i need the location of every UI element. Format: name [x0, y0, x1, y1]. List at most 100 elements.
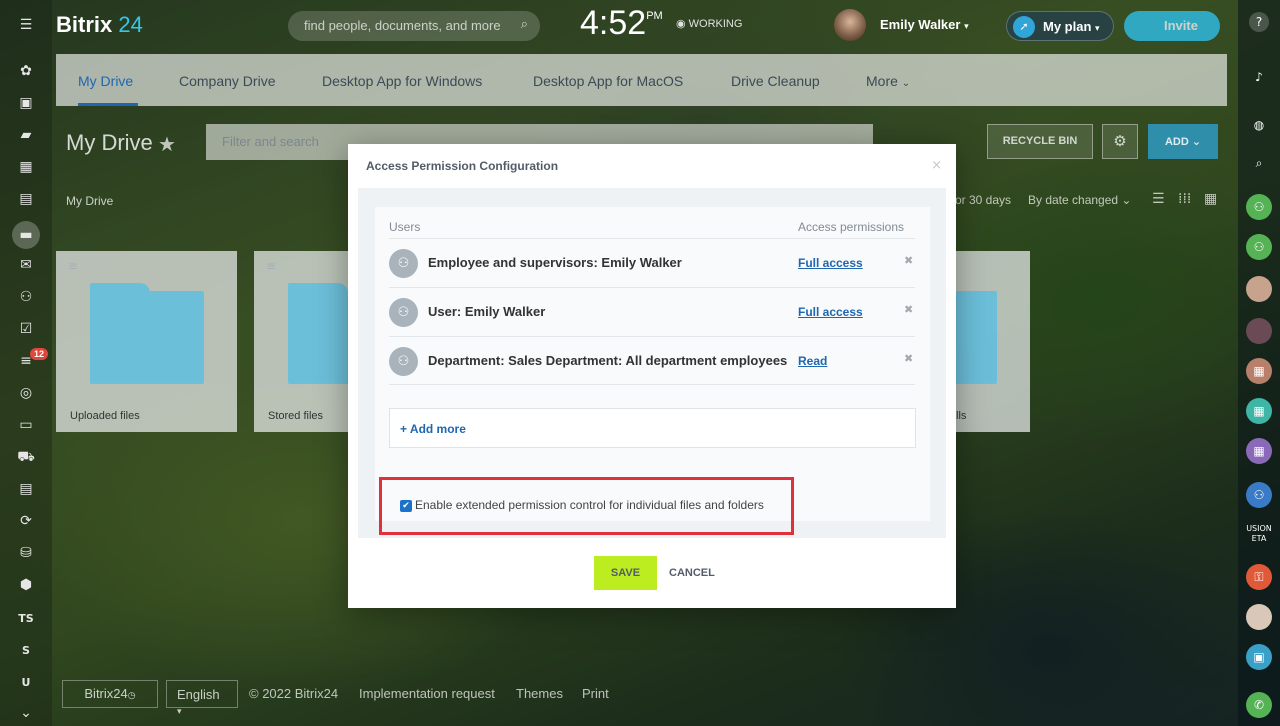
sync-icon[interactable]: ⟳ [16, 511, 36, 531]
sort-order-select[interactable]: By date changed ⌄ [1028, 193, 1131, 207]
grid-view-icon[interactable]: ⁞⁞⁞ [1178, 191, 1191, 207]
group-avatar-icon: ⚇ [389, 347, 418, 376]
extended-control-checkbox[interactable]: ✔ [400, 500, 412, 512]
contact-avatar[interactable] [1246, 276, 1272, 302]
footer-logo[interactable]: Bitrix24◷ [62, 680, 158, 708]
extended-control-highlight: ✔ Enable extended permission control for… [379, 477, 794, 535]
box-icon[interactable]: ⬢ [16, 575, 36, 595]
tab-drive-cleanup[interactable]: Drive Cleanup [731, 73, 820, 89]
breadcrumb[interactable]: My Drive [66, 194, 113, 208]
list-view-icon[interactable]: ☰ [1152, 191, 1165, 207]
logo-number: 24 [118, 12, 143, 37]
save-button[interactable]: SAVE [594, 556, 657, 590]
tab-my-drive[interactable]: My Drive [78, 73, 133, 89]
notification-badge: 12 [30, 348, 49, 360]
language-select[interactable]: English ▾ [166, 680, 238, 717]
chevron-down-icon: ⌄ [1121, 193, 1132, 207]
tab-desktop-macos[interactable]: Desktop App for MacOS [533, 73, 683, 89]
bell-icon[interactable]: ♪ [1246, 64, 1272, 90]
contact-avatar[interactable] [1246, 318, 1272, 344]
contact-card-icon[interactable]: ▤ [16, 479, 36, 499]
folder-card[interactable]: ≡ Uploaded files [56, 251, 237, 432]
checklist-icon[interactable]: ☑ [16, 319, 36, 339]
cancel-button[interactable]: CANCEL [669, 556, 715, 590]
tile-view-icon[interactable]: ▦ [1204, 191, 1217, 207]
group-chat-icon[interactable]: ⚇ [1246, 234, 1272, 260]
hamburger-menu-icon[interactable]: ☰ [16, 15, 36, 35]
my-plan-label: My plan [1043, 19, 1092, 34]
groups-icon[interactable]: ⚇ [16, 287, 36, 307]
tab-more[interactable]: More ⌄ [866, 73, 910, 89]
calendar-chat-icon[interactable]: ▦ [1246, 398, 1272, 424]
channel-label[interactable]: USION ETA [1246, 522, 1272, 548]
work-status[interactable]: ◉ WORKING [676, 17, 742, 30]
filter-placeholder: Filter and search [222, 134, 319, 149]
document-icon[interactable]: ▤ [16, 189, 36, 209]
invite-button[interactable]: Invite [1124, 11, 1220, 41]
copyright: © 2022 Bitrix24 [249, 686, 339, 701]
permission-row: ⚇ Department: Sales Department: All depa… [389, 336, 915, 385]
sidebar-item-ts[interactable]: TS [16, 609, 36, 629]
target-icon[interactable]: ◎ [16, 383, 36, 403]
contact-center-icon[interactable]: ▣ [1246, 644, 1272, 670]
sidebar-item-s[interactable]: S [16, 641, 36, 661]
recycle-bin-button[interactable]: RECYCLE BIN [987, 124, 1093, 159]
phone-icon[interactable]: ✆ [1246, 692, 1272, 718]
feed-icon[interactable]: ✿ [16, 61, 36, 81]
my-plan-button[interactable]: ➚ My plan ▾ [1006, 11, 1114, 41]
search-icon[interactable]: ⌕ [1246, 150, 1272, 176]
sort-order-label: By date changed [1028, 193, 1119, 207]
user-menu[interactable]: Emily Walker ▾ [880, 17, 969, 32]
chevron-down-icon[interactable]: ⌄ [16, 703, 36, 723]
lock-icon[interactable]: ⚿ [1246, 564, 1272, 590]
database-icon[interactable]: ⛁ [16, 543, 36, 563]
app-logo[interactable]: Bitrix 24 [56, 12, 143, 38]
tasks-icon[interactable]: ▣ [16, 93, 36, 113]
user-avatar[interactable] [834, 9, 866, 41]
extended-control-label[interactable]: Enable extended permission control for i… [415, 498, 764, 512]
tab-more-label: More [866, 73, 898, 89]
permission-row: ⚇ Employee and supervisors: Emily Walker… [389, 238, 915, 287]
add-more-button[interactable]: + Add more [389, 408, 916, 448]
help-icon[interactable]: ? [1249, 12, 1269, 32]
permission-level-link[interactable]: Full access [798, 305, 863, 319]
add-label: ADD [1164, 136, 1189, 148]
calendar-chat-icon[interactable]: ▦ [1246, 438, 1272, 464]
dialog-title: Access Permission Configuration [366, 159, 559, 173]
messenger-icon[interactable]: ◍ [1246, 112, 1272, 138]
chevron-down-icon: ⌄ [901, 78, 911, 89]
tab-desktop-windows[interactable]: Desktop App for Windows [322, 73, 482, 89]
logo-text: Bitrix [56, 12, 113, 37]
remove-icon[interactable]: ✖ [904, 303, 913, 316]
sort-period[interactable]: or 30 days [955, 193, 1011, 207]
add-button[interactable]: ADD ⌄ [1148, 124, 1218, 159]
chat-icon[interactable]: ▰ [16, 125, 36, 145]
permission-level-link[interactable]: Full access [798, 256, 863, 270]
cart-icon[interactable]: ⛟ [16, 447, 36, 467]
sidebar-item-u[interactable]: U [16, 673, 36, 693]
tab-company-drive[interactable]: Company Drive [179, 73, 275, 89]
search-icon[interactable]: ⌕ [521, 17, 528, 32]
permission-level-link[interactable]: Read [798, 354, 827, 368]
drive-icon[interactable]: ▬ [12, 221, 40, 249]
group-chat-icon[interactable]: ⚇ [1246, 482, 1272, 508]
window-icon[interactable]: ▭ [16, 415, 36, 435]
menu-icon[interactable]: ≡ [266, 259, 276, 273]
implementation-request-link[interactable]: Implementation request [359, 686, 495, 701]
star-icon[interactable]: ★ [158, 132, 176, 156]
themes-link[interactable]: Themes [516, 686, 563, 701]
gear-icon[interactable]: ⚙ [1102, 124, 1138, 159]
close-icon[interactable]: × [931, 158, 942, 173]
remove-icon[interactable]: ✖ [904, 254, 913, 267]
mail-icon[interactable]: ✉ [16, 255, 36, 275]
menu-icon[interactable]: ≡ [68, 259, 78, 273]
language-label: English [177, 687, 220, 702]
calendar-chat-icon[interactable]: ▦ [1246, 358, 1272, 384]
contact-avatar[interactable] [1246, 604, 1272, 630]
print-link[interactable]: Print [582, 686, 609, 701]
group-chat-icon[interactable]: ⚇ [1246, 194, 1272, 220]
global-search-input[interactable]: find people, documents, and more ⌕ [288, 11, 540, 41]
calendar-icon[interactable]: ▦ [16, 157, 36, 177]
remove-icon[interactable]: ✖ [904, 352, 913, 365]
permissions-panel: Users Access permissions ⚇ Employee and … [375, 207, 930, 535]
